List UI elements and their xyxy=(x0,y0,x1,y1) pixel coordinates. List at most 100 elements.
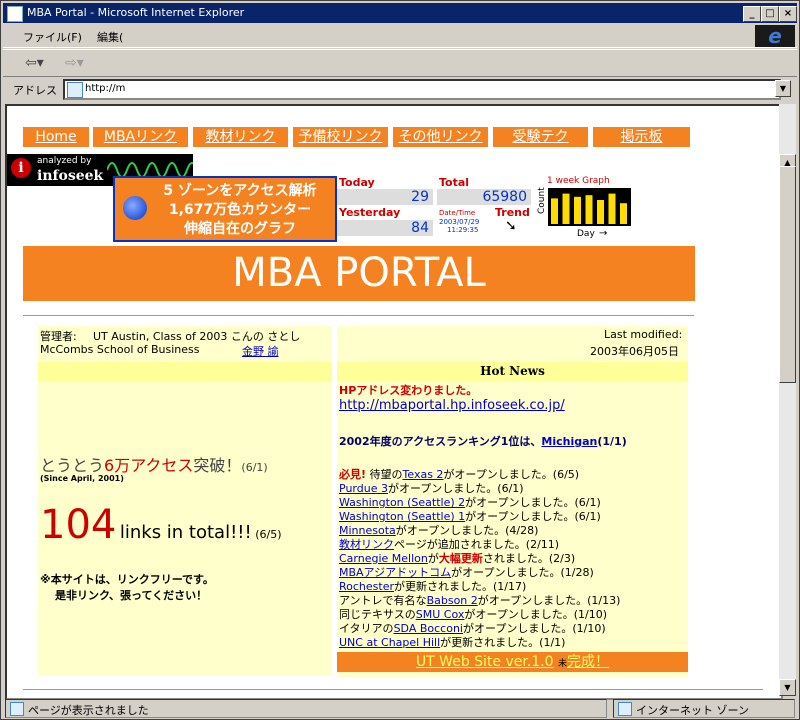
access-post: 突破！ xyxy=(193,456,242,475)
scroll-down-icon[interactable]: ▼ xyxy=(779,679,796,696)
graph-bar xyxy=(551,198,558,224)
nav-other-links[interactable]: その他リンク xyxy=(393,127,488,147)
today-count: 29 xyxy=(337,189,433,205)
graph-ylabel: Count xyxy=(537,187,547,214)
total-label: Total xyxy=(439,176,470,189)
links-num: 104 xyxy=(40,502,117,548)
site-title: MBA PORTAL xyxy=(23,246,695,301)
link-request-note: 是非リンク、張ってください！ xyxy=(55,589,208,602)
status-main: ページが表示されました xyxy=(5,699,607,718)
time-value: 11:29:35 xyxy=(447,226,479,234)
graph-svg: Count Day → xyxy=(537,187,631,238)
title-bar: MBA Portal - Microsoft Internet Explorer… xyxy=(3,3,797,23)
total-count: 65980 xyxy=(437,189,531,205)
zone-text: インターネット ゾーン xyxy=(636,704,749,717)
links-text: links in total!!! xyxy=(119,522,252,543)
nav-bar: Home MBAリンク 教材リンク 予備校リンク その他リンク 受験テク 掲示板 xyxy=(23,127,690,147)
divider xyxy=(23,689,763,690)
graph-bar xyxy=(608,193,616,224)
date-value: 2003/07/29 xyxy=(439,218,480,226)
since-text: (Since April, 2001) xyxy=(40,474,124,483)
infoseek-badge: i analyzed by infoseek xyxy=(7,154,107,186)
address-bar: アドレス http://m ▼ xyxy=(3,77,797,101)
nav-exam-tips[interactable]: 受験テク xyxy=(493,127,588,147)
access-date: (6/1) xyxy=(241,461,268,474)
page-icon xyxy=(67,82,83,98)
ranking-pre: 2002年度のアクセスランキング1位は、 xyxy=(339,435,542,448)
address-label: アドレス xyxy=(13,84,57,97)
admin-line-2: McCombs School of Business xyxy=(40,343,200,356)
hp-changed: HPアドレス変わりました。 xyxy=(339,384,478,397)
menu-file[interactable]: ファイル(F) xyxy=(23,29,82,45)
ut-small: 未 xyxy=(558,659,568,669)
status-text: ページが表示されました xyxy=(28,704,149,717)
ut-done: 完成！ xyxy=(567,654,610,670)
nav-bbs[interactable]: 掲示板 xyxy=(593,127,690,147)
datetime-label: Date/Time xyxy=(439,209,476,217)
yesterday-count: 84 xyxy=(337,220,433,236)
menu-bar: ファイル(F) 編集( xyxy=(3,25,797,48)
back-arrow-icon[interactable]: ⇦▾ xyxy=(25,55,44,71)
maximize-button[interactable]: □ xyxy=(761,6,779,22)
week-graph: 1 week Graph Count Day → xyxy=(537,176,637,238)
scroll-thumb[interactable] xyxy=(779,166,796,383)
news-post: が更新されました。(1/1) xyxy=(440,636,566,649)
nav-material-links[interactable]: 教材リンク xyxy=(193,127,288,147)
graph-bar xyxy=(597,200,604,224)
ut-text: UT Web Site ver.1.0 xyxy=(415,654,554,670)
today-label: Today xyxy=(339,176,375,189)
status-bar: ページが表示されました インターネット ゾーン xyxy=(3,698,797,718)
minimize-button[interactable]: _ xyxy=(743,6,761,22)
address-input[interactable]: http://m xyxy=(63,79,781,100)
ut-website-bar[interactable]: UT Web Site ver.1.0 未完成！ xyxy=(337,652,688,672)
promo-line-3: 伸縮自在のグラフ xyxy=(184,221,296,237)
graph-bar xyxy=(574,196,581,224)
forward-arrow-icon[interactable]: ⇨▾ xyxy=(65,55,84,71)
news-item: UNC at Chapel Hillが更新されました。(1/1) xyxy=(339,634,565,650)
toolbar: ⇦▾ ⇨▾ xyxy=(3,49,797,77)
counter-promo[interactable]: 5 ゾーンをアクセス解析 1,677万色カウンター 伸縮自在のグラフ xyxy=(113,176,337,242)
access-milestone: とうとう6万アクセス突破！(6/1) xyxy=(40,452,268,476)
news-link-unc[interactable]: UNC at Chapel Hill xyxy=(339,636,440,649)
admin-line-1: UT Austin, Class of 2003 こんの さとし xyxy=(93,330,301,343)
modified-date: 2003年06月05日 xyxy=(590,345,679,358)
divider xyxy=(23,315,694,316)
nav-prep-links[interactable]: 予備校リンク xyxy=(293,127,388,147)
promo-line-1: 5 ゾーンをアクセス解析 xyxy=(163,183,317,199)
ie-logo-icon: e xyxy=(755,25,795,47)
menu-edit[interactable]: 編集( xyxy=(97,29,123,45)
promo-line-2: 1,677万色カウンター xyxy=(168,202,312,218)
hot-news-title: Hot News xyxy=(337,362,688,381)
access-pre: とうとう xyxy=(40,456,105,475)
analyzed-by-text: analyzed by xyxy=(37,156,92,166)
graph-xlabel: Day xyxy=(577,229,595,238)
window-title: MBA Portal - Microsoft Internet Explorer xyxy=(27,6,245,19)
right-arrow-icon: → xyxy=(599,228,607,238)
ranking-link[interactable]: Michigan xyxy=(541,435,597,448)
address-dropdown-icon[interactable]: ▼ xyxy=(775,80,791,97)
ranking-line: 2002年度のアクセスランキング1位は、Michigan(1/1) xyxy=(339,433,627,449)
globe-zone-icon xyxy=(618,702,632,716)
yesterday-label: Yesterday xyxy=(339,206,401,219)
modified-label: Last modified: xyxy=(604,328,683,341)
vertical-scrollbar[interactable]: ▲ ▼ xyxy=(779,104,796,696)
info-icon: i xyxy=(11,158,31,178)
close-button[interactable]: × xyxy=(779,6,797,22)
graph-bar xyxy=(620,203,627,224)
hp-url-link[interactable]: http://mbaportal.hp.infoseek.co.jp/ xyxy=(339,398,565,413)
access-num: 6万アクセス xyxy=(104,456,194,475)
graph-bar xyxy=(585,195,593,224)
infoseek-brand: infoseek xyxy=(37,168,104,184)
admin-label: 管理者: xyxy=(40,330,77,343)
nav-mba-links[interactable]: MBAリンク xyxy=(93,127,188,147)
page-done-icon xyxy=(10,702,24,716)
link-free-note: ※本サイトは、リンクフリーです。 xyxy=(40,573,214,586)
ranking-post: (1/1) xyxy=(597,435,627,448)
left-header xyxy=(38,362,332,381)
status-zone: インターネット ゾーン xyxy=(613,699,795,718)
browser-window: MBA Portal - Microsoft Internet Explorer… xyxy=(0,0,800,720)
trend-arrow-icon: ➘ xyxy=(505,218,517,234)
admin-name-link[interactable]: 金野 諭 xyxy=(242,343,279,359)
nav-home[interactable]: Home xyxy=(23,127,89,147)
address-url: http://m xyxy=(85,83,126,94)
